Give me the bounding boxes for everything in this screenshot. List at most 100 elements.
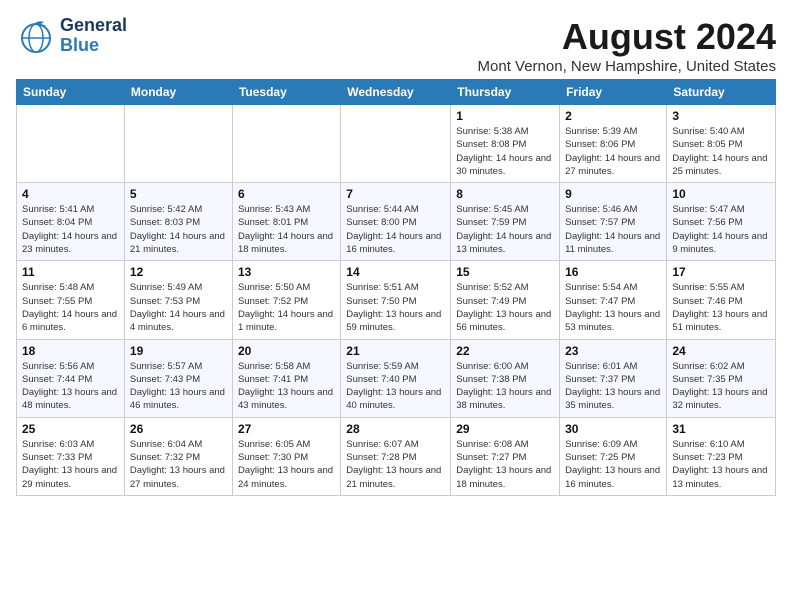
day-info: Sunrise: 6:08 AM Sunset: 7:27 PM Dayligh… [456, 438, 554, 491]
day-info: Sunrise: 5:52 AM Sunset: 7:49 PM Dayligh… [456, 281, 554, 334]
day-number: 24 [672, 344, 770, 358]
calendar-cell [17, 105, 125, 183]
calendar-cell: 26Sunrise: 6:04 AM Sunset: 7:32 PM Dayli… [124, 417, 232, 495]
col-tuesday: Tuesday [232, 80, 340, 105]
col-saturday: Saturday [667, 80, 776, 105]
day-info: Sunrise: 5:46 AM Sunset: 7:57 PM Dayligh… [565, 203, 661, 256]
calendar-cell: 2Sunrise: 5:39 AM Sunset: 8:06 PM Daylig… [560, 105, 667, 183]
day-number: 9 [565, 187, 661, 201]
day-number: 1 [456, 109, 554, 123]
calendar-week-1: 1 Sunrise: 5:38 AM Sunset: 8:08 PM Daylig… [17, 105, 776, 183]
calendar-cell: 6 Sunrise: 5:43 AM Sunset: 8:01 PM Daylig… [232, 183, 340, 261]
day-number: 22 [456, 344, 554, 358]
day-info: Sunrise: 6:01 AM Sunset: 7:37 PM Dayligh… [565, 360, 661, 413]
calendar-cell [232, 105, 340, 183]
day-info: Sunrise: 5:49 AM Sunset: 7:53 PM Dayligh… [130, 281, 227, 334]
col-friday: Friday [560, 80, 667, 105]
day-number: 23 [565, 344, 661, 358]
day-info: Sunrise: 6:02 AM Sunset: 7:35 PM Dayligh… [672, 360, 770, 413]
day-info: Sunrise: 5:50 AM Sunset: 7:52 PM Dayligh… [238, 281, 335, 334]
day-number: 31 [672, 422, 770, 436]
day-number: 6 [238, 187, 335, 201]
calendar-cell: 23 Sunrise: 6:01 AM Sunset: 7:37 PM Dayli… [560, 339, 667, 417]
col-monday: Monday [124, 80, 232, 105]
day-info: Sunrise: 6:10 AM Sunset: 7:23 PM Dayligh… [672, 438, 770, 491]
col-wednesday: Wednesday [341, 80, 451, 105]
day-number: 12 [130, 265, 227, 279]
day-number: 21 [346, 344, 445, 358]
day-number: 20 [238, 344, 335, 358]
calendar-cell: 14Sunrise: 5:51 AM Sunset: 7:50 PM Dayli… [341, 261, 451, 339]
calendar-cell: 15Sunrise: 5:52 AM Sunset: 7:49 PM Dayli… [451, 261, 560, 339]
col-thursday: Thursday [451, 80, 560, 105]
day-number: 11 [22, 265, 119, 279]
day-number: 25 [22, 422, 119, 436]
day-number: 10 [672, 187, 770, 201]
calendar-cell: 25 Sunrise: 6:03 AM Sunset: 7:33 PM Dayli… [17, 417, 125, 495]
calendar-cell: 9 Sunrise: 5:46 AM Sunset: 7:57 PM Daylig… [560, 183, 667, 261]
day-info: Sunrise: 5:54 AM Sunset: 7:47 PM Dayligh… [565, 281, 661, 334]
calendar-cell: 16 Sunrise: 5:54 AM Sunset: 7:47 PM Dayli… [560, 261, 667, 339]
calendar-cell [341, 105, 451, 183]
day-info: Sunrise: 6:00 AM Sunset: 7:38 PM Dayligh… [456, 360, 554, 413]
logo-blue-text: Blue [60, 36, 127, 56]
day-number: 26 [130, 422, 227, 436]
calendar-cell: 21 Sunrise: 5:59 AM Sunset: 7:40 PM Dayli… [341, 339, 451, 417]
calendar-cell: 20Sunrise: 5:58 AM Sunset: 7:41 PM Dayli… [232, 339, 340, 417]
day-number: 14 [346, 265, 445, 279]
logo: General Blue [16, 16, 127, 56]
day-number: 16 [565, 265, 661, 279]
day-number: 19 [130, 344, 227, 358]
month-title: August 2024 [478, 16, 776, 58]
day-info: Sunrise: 5:40 AM Sunset: 8:05 PM Dayligh… [672, 125, 770, 178]
logo-icon [16, 16, 56, 56]
calendar-cell: 1 Sunrise: 5:38 AM Sunset: 8:08 PM Daylig… [451, 105, 560, 183]
calendar-cell: 18 Sunrise: 5:56 AM Sunset: 7:44 PM Dayli… [17, 339, 125, 417]
day-info: Sunrise: 6:09 AM Sunset: 7:25 PM Dayligh… [565, 438, 661, 491]
day-info: Sunrise: 6:03 AM Sunset: 7:33 PM Dayligh… [22, 438, 119, 491]
day-number: 27 [238, 422, 335, 436]
calendar-cell: 5Sunrise: 5:42 AM Sunset: 8:03 PM Daylig… [124, 183, 232, 261]
day-info: Sunrise: 5:43 AM Sunset: 8:01 PM Dayligh… [238, 203, 335, 256]
day-info: Sunrise: 5:39 AM Sunset: 8:06 PM Dayligh… [565, 125, 661, 178]
day-number: 17 [672, 265, 770, 279]
calendar-cell: 29 Sunrise: 6:08 AM Sunset: 7:27 PM Dayli… [451, 417, 560, 495]
calendar-cell: 28 Sunrise: 6:07 AM Sunset: 7:28 PM Dayli… [341, 417, 451, 495]
calendar-week-3: 11Sunrise: 5:48 AM Sunset: 7:55 PM Dayli… [17, 261, 776, 339]
day-info: Sunrise: 5:57 AM Sunset: 7:43 PM Dayligh… [130, 360, 227, 413]
day-info: Sunrise: 6:07 AM Sunset: 7:28 PM Dayligh… [346, 438, 445, 491]
calendar-table: Sunday Monday Tuesday Wednesday Thursday… [16, 79, 776, 496]
day-number: 13 [238, 265, 335, 279]
day-info: Sunrise: 5:38 AM Sunset: 8:08 PM Dayligh… [456, 125, 554, 178]
day-number: 28 [346, 422, 445, 436]
calendar-week-4: 18 Sunrise: 5:56 AM Sunset: 7:44 PM Dayli… [17, 339, 776, 417]
calendar-cell: 13 Sunrise: 5:50 AM Sunset: 7:52 PM Dayli… [232, 261, 340, 339]
day-info: Sunrise: 5:56 AM Sunset: 7:44 PM Dayligh… [22, 360, 119, 413]
calendar-cell: 4Sunrise: 5:41 AM Sunset: 8:04 PM Daylig… [17, 183, 125, 261]
calendar-cell: 19 Sunrise: 5:57 AM Sunset: 7:43 PM Dayli… [124, 339, 232, 417]
subtitle: Mont Vernon, New Hampshire, United State… [478, 58, 776, 75]
day-info: Sunrise: 5:59 AM Sunset: 7:40 PM Dayligh… [346, 360, 445, 413]
calendar-cell: 30 Sunrise: 6:09 AM Sunset: 7:25 PM Dayli… [560, 417, 667, 495]
day-info: Sunrise: 6:05 AM Sunset: 7:30 PM Dayligh… [238, 438, 335, 491]
header-row: Sunday Monday Tuesday Wednesday Thursday… [17, 80, 776, 105]
calendar-cell: 8Sunrise: 5:45 AM Sunset: 7:59 PM Daylig… [451, 183, 560, 261]
day-number: 30 [565, 422, 661, 436]
logo-general-text: General [60, 16, 127, 36]
calendar-cell: 27 Sunrise: 6:05 AM Sunset: 7:30 PM Dayli… [232, 417, 340, 495]
day-number: 29 [456, 422, 554, 436]
logo-name: General Blue [60, 16, 127, 56]
day-info: Sunrise: 5:45 AM Sunset: 7:59 PM Dayligh… [456, 203, 554, 256]
day-info: Sunrise: 5:42 AM Sunset: 8:03 PM Dayligh… [130, 203, 227, 256]
day-info: Sunrise: 5:41 AM Sunset: 8:04 PM Dayligh… [22, 203, 119, 256]
calendar-cell: 31 Sunrise: 6:10 AM Sunset: 7:23 PM Dayli… [667, 417, 776, 495]
calendar-cell: 22 Sunrise: 6:00 AM Sunset: 7:38 PM Dayli… [451, 339, 560, 417]
calendar-cell: 3Sunrise: 5:40 AM Sunset: 8:05 PM Daylig… [667, 105, 776, 183]
calendar-cell: 10 Sunrise: 5:47 AM Sunset: 7:56 PM Dayli… [667, 183, 776, 261]
calendar-cell: 17Sunrise: 5:55 AM Sunset: 7:46 PM Dayli… [667, 261, 776, 339]
day-info: Sunrise: 5:47 AM Sunset: 7:56 PM Dayligh… [672, 203, 770, 256]
calendar-cell [124, 105, 232, 183]
col-sunday: Sunday [17, 80, 125, 105]
day-number: 7 [346, 187, 445, 201]
day-number: 18 [22, 344, 119, 358]
